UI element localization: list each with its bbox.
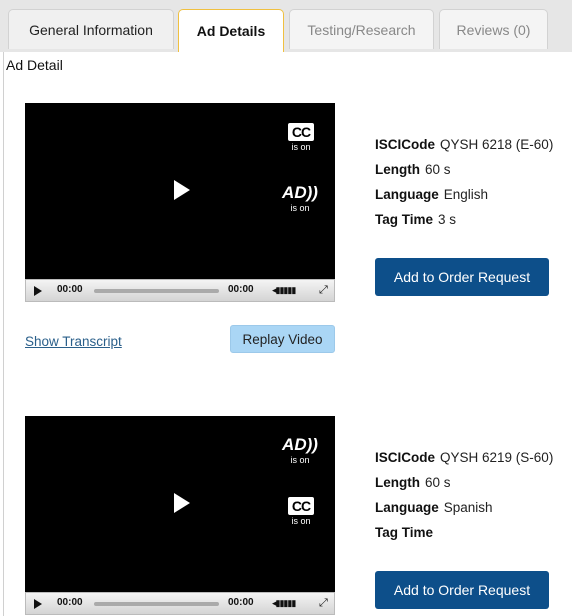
tab-testing-research[interactable]: Testing/Research bbox=[289, 9, 434, 49]
play-icon[interactable] bbox=[34, 599, 42, 609]
add-to-order-button[interactable]: Add to Order Request bbox=[375, 571, 549, 609]
video-player[interactable]: AD)) is on CC is on 00:00 00:00 ◂▮▮▮▮▮ ⤢ bbox=[25, 416, 335, 615]
tag-time-row: Tag Time 3 s bbox=[375, 212, 457, 227]
language-row: Language English bbox=[375, 187, 489, 202]
isci-code-row: ISCICode QYSH 6219 (S-60) bbox=[375, 450, 554, 465]
duration: 00:00 bbox=[228, 597, 254, 608]
video-controls: 00:00 00:00 ◂▮▮▮▮▮ ⤢ bbox=[25, 592, 335, 615]
tab-general-information[interactable]: General Information bbox=[8, 9, 174, 49]
language-row: Language Spanish bbox=[375, 500, 493, 515]
panel-border bbox=[3, 52, 4, 616]
seek-bar[interactable] bbox=[94, 289, 219, 293]
video-player[interactable]: CC is on AD)) is on 00:00 00:00 ◂▮▮▮▮▮ ⤢ bbox=[25, 103, 335, 302]
duration: 00:00 bbox=[228, 284, 254, 295]
show-transcript-link[interactable]: Show Transcript bbox=[25, 334, 122, 349]
play-icon[interactable] bbox=[34, 286, 42, 296]
video-screen[interactable]: CC is on AD)) is on bbox=[25, 103, 335, 279]
replay-video-button[interactable]: Replay Video bbox=[230, 325, 335, 353]
audio-description-icon: AD)) is on bbox=[282, 183, 318, 213]
tab-ad-details[interactable]: Ad Details bbox=[178, 9, 284, 52]
fullscreen-icon[interactable]: ⤢ bbox=[319, 284, 328, 297]
current-time: 00:00 bbox=[57, 597, 83, 608]
ad-info: ISCICode QYSH 6218 (E-60) Length 60 s Lang… bbox=[375, 132, 553, 232]
video-screen[interactable]: AD)) is on CC is on bbox=[25, 416, 335, 592]
length-row: Length 60 s bbox=[375, 475, 451, 490]
play-overlay-icon[interactable] bbox=[174, 180, 190, 200]
section-title: Ad Detail bbox=[6, 57, 63, 73]
seek-bar[interactable] bbox=[94, 602, 219, 606]
length-row: Length 60 s bbox=[375, 162, 451, 177]
ad-info: ISCICode QYSH 6219 (S-60) Length 60 s Lang… bbox=[375, 445, 553, 545]
closed-caption-icon: CC is on bbox=[283, 497, 319, 526]
volume-icon[interactable]: ◂▮▮▮▮▮ bbox=[272, 285, 296, 296]
video-controls: 00:00 00:00 ◂▮▮▮▮▮ ⤢ bbox=[25, 279, 335, 302]
add-to-order-button[interactable]: Add to Order Request bbox=[375, 258, 549, 296]
tab-reviews[interactable]: Reviews (0) bbox=[439, 9, 548, 49]
tab-bar: General Information Ad Details Testing/R… bbox=[0, 0, 572, 52]
isci-code-row: ISCICode QYSH 6218 (E-60) bbox=[375, 137, 554, 152]
current-time: 00:00 bbox=[57, 284, 83, 295]
fullscreen-icon[interactable]: ⤢ bbox=[319, 597, 328, 610]
volume-icon[interactable]: ◂▮▮▮▮▮ bbox=[272, 598, 296, 609]
tag-time-row: Tag Time bbox=[375, 525, 434, 540]
closed-caption-icon: CC is on bbox=[283, 123, 319, 152]
play-overlay-icon[interactable] bbox=[174, 493, 190, 513]
audio-description-icon: AD)) is on bbox=[282, 435, 318, 465]
